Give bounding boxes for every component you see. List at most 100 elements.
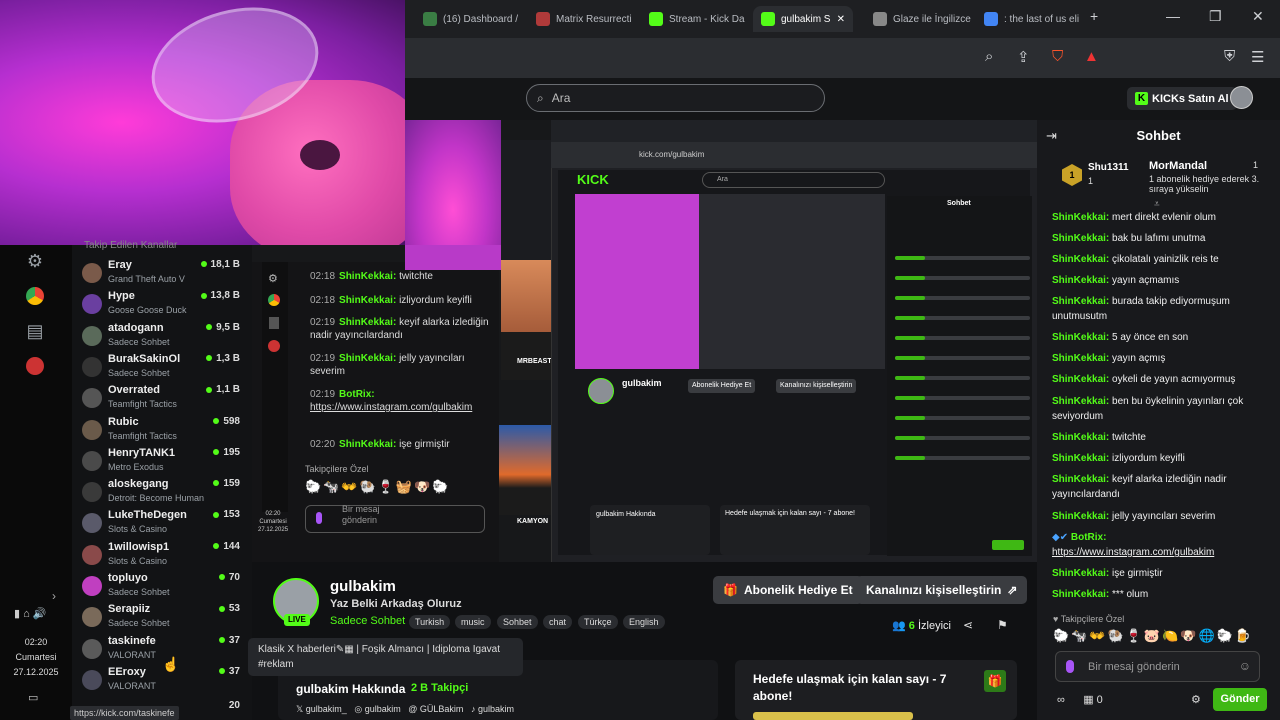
chat-username[interactable]: ShinKekkai: xyxy=(1052,432,1109,443)
file-icon[interactable]: ▤ xyxy=(24,321,46,343)
chat-username[interactable]: ShinKekkai: xyxy=(1052,453,1109,464)
channel-item[interactable]: LukeTheDegen Slots & Casino 153 xyxy=(80,507,250,538)
browser-tab[interactable]: Glaze ile İngilizce xyxy=(865,6,973,32)
menu-icon[interactable]: ☰ xyxy=(1251,48,1264,66)
chat-message[interactable]: ShinKekkai: *** olum xyxy=(1052,587,1268,602)
app-icon[interactable] xyxy=(24,357,46,379)
chat-message[interactable]: ShinKekkai: burada takip ediyormuşum unu… xyxy=(1052,294,1268,324)
stream-tag[interactable]: Sohbet xyxy=(497,615,538,629)
chat-message[interactable]: ShinKekkai: izliyordum keyifli xyxy=(1052,451,1268,466)
chat-username[interactable]: ShinKekkai: xyxy=(1052,233,1109,244)
chat-username[interactable]: BotRix: xyxy=(1071,532,1107,543)
chat-username[interactable]: ShinKekkai: xyxy=(1052,589,1109,600)
gift-user-name[interactable]: MorMandal xyxy=(1149,160,1207,172)
chat-username[interactable]: ShinKekkai: xyxy=(1052,474,1109,485)
wallet-icon[interactable]: ⛨ xyxy=(1224,48,1235,65)
maximize-button[interactable]: ❐ xyxy=(1209,8,1222,25)
address-bar[interactable] xyxy=(405,38,1280,78)
zoom-icon[interactable]: ⌕ xyxy=(985,48,993,65)
gift-subscription-button[interactable]: 🎁 Abonelik Hediye Et xyxy=(713,576,863,604)
chat-message[interactable]: ShinKekkai: ben bu öykelinin yayınları ç… xyxy=(1052,394,1268,424)
chat-link[interactable]: https://www.instagram.com/gulbakim xyxy=(1052,547,1214,558)
chat-username[interactable]: ShinKekkai: xyxy=(1052,568,1109,579)
social-x-link[interactable]: gulbakim_ xyxy=(306,704,347,714)
chat-message[interactable]: ShinKekkai: 5 ay önce en son xyxy=(1052,330,1268,345)
chat-username[interactable]: ShinKekkai: xyxy=(1052,353,1109,364)
channel-item[interactable]: HenryTANK1 Metro Exodus 195 xyxy=(80,445,250,476)
points-icon[interactable]: ∞ xyxy=(1057,694,1065,706)
stream-tag[interactable]: English xyxy=(623,615,665,629)
stream-tag[interactable]: Turkish xyxy=(409,615,451,629)
chat-message[interactable]: ShinKekkai: keyif alarka izlediğin nadir… xyxy=(1052,472,1268,502)
stream-tag[interactable]: Türkçe xyxy=(578,615,618,629)
tray-icons[interactable]: ▮ ⌂ 🔊 xyxy=(14,607,47,620)
stream-tag[interactable]: chat xyxy=(543,615,573,629)
social-threads-link[interactable]: GÜLBakim xyxy=(420,704,464,714)
brave-shield-icon[interactable]: ⛉ xyxy=(1052,48,1063,65)
chevron-right-icon[interactable]: › xyxy=(52,589,56,603)
close-tab-icon[interactable]: ✕ xyxy=(837,14,845,25)
gift-icon[interactable]: 🎁 xyxy=(984,670,1006,692)
chat-username[interactable]: ShinKekkai: xyxy=(1052,332,1109,343)
channel-item[interactable]: BurakSakinOl Sadece Sohbet 1,3 B xyxy=(80,351,250,382)
browser-tab[interactable]: Matrix Resurrecti xyxy=(528,6,636,32)
customize-channel-button[interactable]: Kanalınızı kişiselleştirin ⇗ xyxy=(856,576,1028,604)
channel-item[interactable]: atadogann Sadece Sohbet 9,5 B xyxy=(80,320,250,351)
chat-username[interactable]: ShinKekkai: xyxy=(1052,296,1109,307)
chat-username[interactable]: ShinKekkai: xyxy=(1052,396,1109,407)
chat-message[interactable]: ShinKekkai: yayın açmış xyxy=(1052,351,1268,366)
new-tab-button[interactable]: + xyxy=(1090,8,1098,24)
chat-message[interactable]: ShinKekkai: bak bu lafımı unutma xyxy=(1052,231,1268,246)
close-window-button[interactable]: ✕ xyxy=(1252,8,1264,25)
chat-message[interactable]: ShinKekkai: işe girmiştir xyxy=(1052,566,1268,581)
user-avatar[interactable] xyxy=(1230,86,1253,109)
minimize-button[interactable]: — xyxy=(1166,8,1180,24)
chat-message[interactable]: ShinKekkai: jelly yayıncıları severim xyxy=(1052,509,1268,524)
emote-row[interactable]: 🐑🐄👐🐏🍷🐷🍋🐶🌐🐑🍺 xyxy=(1053,628,1253,644)
channel-item[interactable]: Serapiiz Sadece Sohbet 53 xyxy=(80,601,250,632)
search-input[interactable]: ⌕ Ara xyxy=(526,84,825,112)
chat-message[interactable]: ShinKekkai: çikolatalı yainizlik reis te xyxy=(1052,252,1268,267)
buy-kicks-button[interactable]: K KICKs Satın Al xyxy=(1127,87,1237,110)
browser-tab[interactable]: : the last of us eli xyxy=(976,6,1084,32)
chat-message[interactable]: ◆✔ BotRix: https://www.instagram.com/gul… xyxy=(1052,530,1268,560)
gear-icon[interactable]: ⚙ xyxy=(24,251,46,273)
channel-item[interactable]: 1willowisp1 Slots & Casino 144 xyxy=(80,539,250,570)
brave-rewards-icon[interactable]: ▲ xyxy=(1084,48,1099,65)
notification-icon[interactable]: ▭ xyxy=(28,691,38,704)
channel-item[interactable]: Eray Grand Theft Auto V 18,1 B xyxy=(80,257,250,288)
chat-username[interactable]: ShinKekkai: xyxy=(1052,254,1109,265)
send-button[interactable]: Gönder xyxy=(1213,688,1267,711)
channel-item[interactable]: topluyo Sadece Sohbet 70 xyxy=(80,570,250,601)
channel-name[interactable]: gulbakim xyxy=(330,578,396,595)
top-gifter-name[interactable]: Shu1311 xyxy=(1088,162,1129,173)
share-icon[interactable]: ⇪ xyxy=(1017,48,1030,66)
channel-item[interactable]: Hype Goose Goose Duck 13,8 B xyxy=(80,288,250,319)
mic-icon[interactable] xyxy=(1066,660,1074,673)
chat-settings-icon[interactable]: ⚙ xyxy=(1191,693,1201,706)
channel-item[interactable]: aloskegang Detroit: Become Human 159 xyxy=(80,476,250,507)
gift-icon[interactable]: ▦ xyxy=(1083,694,1093,706)
chat-message[interactable]: ShinKekkai: yayın açmamıs xyxy=(1052,273,1268,288)
social-instagram-link[interactable]: gulbakim xyxy=(365,704,401,714)
channel-item[interactable]: Rubic Teamfight Tactics 598 xyxy=(80,414,250,445)
system-clock[interactable]: 02:20 Cumartesi 27.12.2025 xyxy=(0,635,72,680)
chat-message-input[interactable]: Bir mesaj gönderin ☺ xyxy=(1055,651,1260,682)
stream-category[interactable]: Sadece Sohbet xyxy=(330,615,405,627)
chat-message[interactable]: ShinKekkai: twitchte xyxy=(1052,430,1268,445)
report-icon[interactable]: ⚑ xyxy=(997,618,1008,632)
social-tiktok-link[interactable]: gulbakim xyxy=(478,704,514,714)
chat-message[interactable]: ShinKekkai: mert direkt evlenir olum xyxy=(1052,210,1268,225)
chat-username[interactable]: ShinKekkai: xyxy=(1052,374,1109,385)
browser-tab[interactable]: Stream - Kick Da xyxy=(641,6,749,32)
share-icon[interactable]: ⋖ xyxy=(963,618,973,632)
stream-tag[interactable]: music xyxy=(455,615,491,629)
chat-username[interactable]: ShinKekkai: xyxy=(1052,275,1109,286)
browser-tab[interactable]: (16) Dashboard / xyxy=(415,6,523,32)
chat-username[interactable]: ShinKekkai: xyxy=(1052,511,1109,522)
emoji-icon[interactable]: ☺ xyxy=(1239,659,1251,673)
browser-tab[interactable]: gulbakim S ✕ xyxy=(753,6,853,32)
channel-item[interactable]: Overrated Teamfight Tactics 1,1 B xyxy=(80,382,250,413)
chat-message[interactable]: ShinKekkai: oykeli de yayın acmıyormuş xyxy=(1052,372,1268,387)
chrome-icon[interactable] xyxy=(24,287,46,309)
